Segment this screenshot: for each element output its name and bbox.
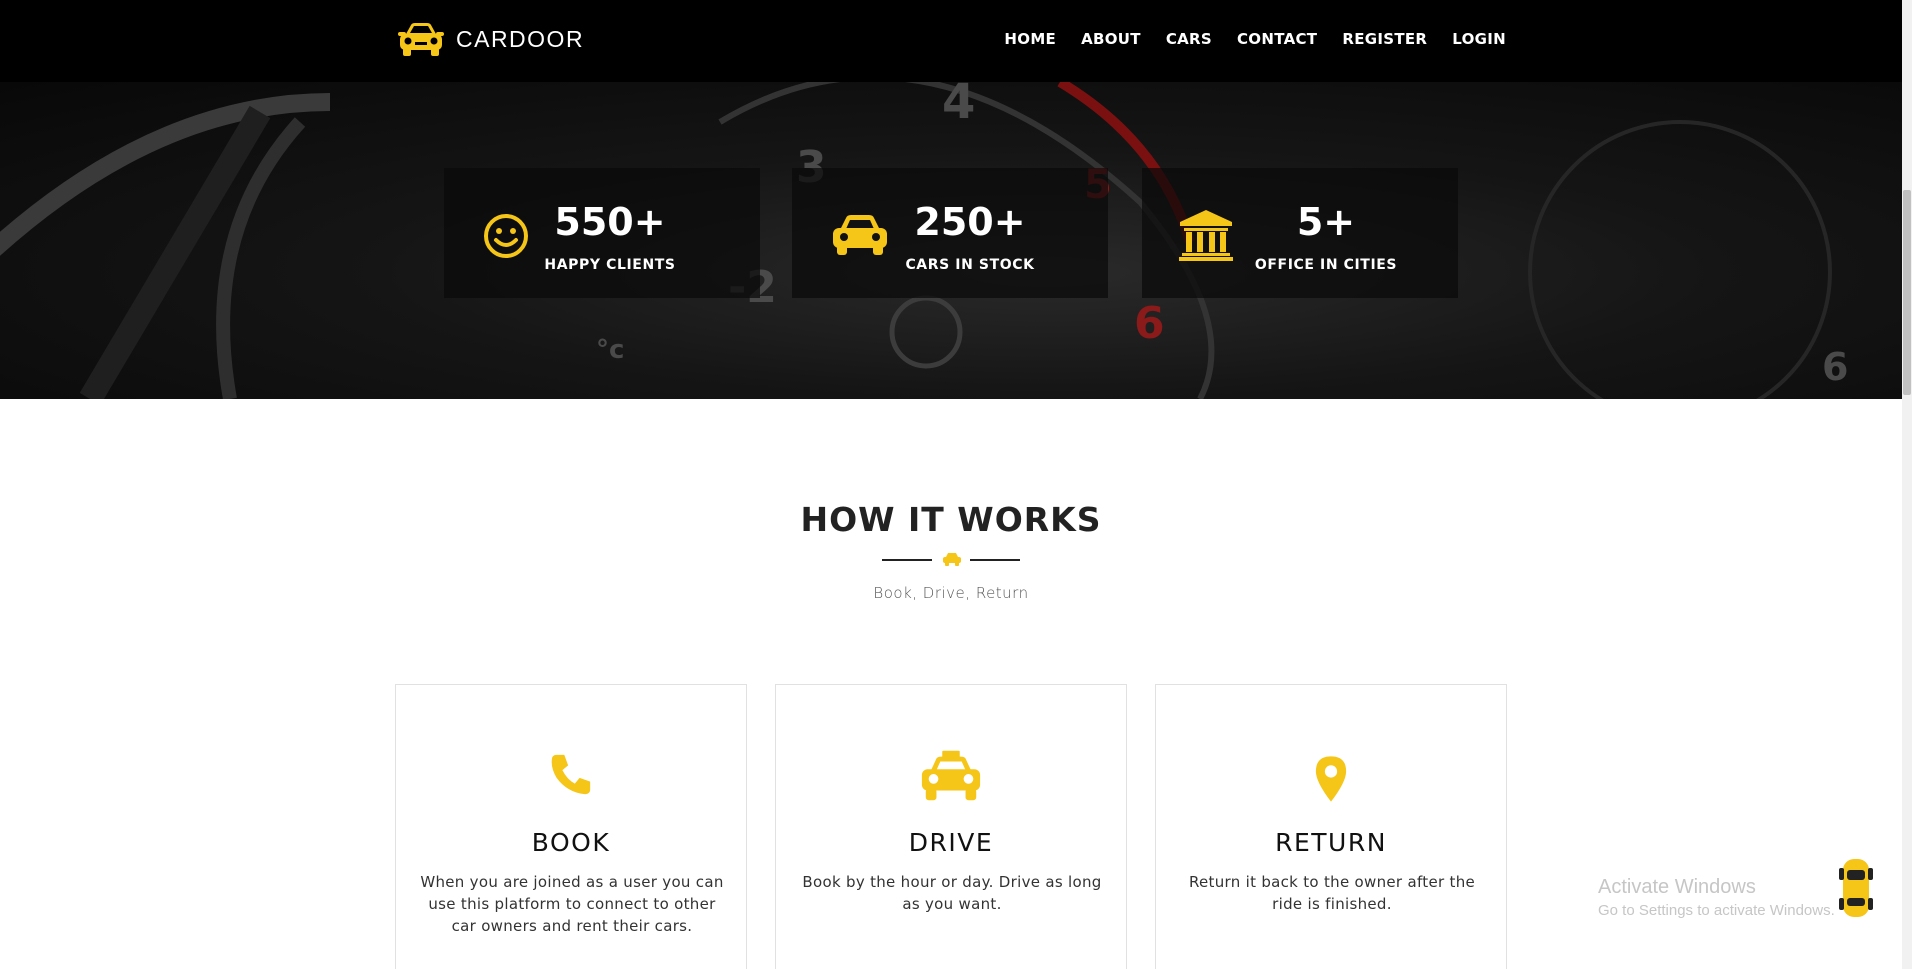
step-title-drive: DRIVE [908, 828, 994, 857]
step-card-return: RETURN Return it back to the owner after… [1155, 684, 1507, 969]
scroll-to-top-car-icon[interactable] [1838, 856, 1874, 920]
building-icon [1179, 210, 1233, 261]
brand-logo-link[interactable]: CARDOOR [396, 20, 584, 58]
main-nav: HOME ABOUT CARS CONTACT REGISTER LOGIN [1004, 30, 1506, 48]
stat-value-offices: 5+ [1296, 200, 1356, 244]
step-text-return: Return it back to the owner after the ri… [1188, 873, 1476, 913]
stat-label-cars: CARS IN STOCK [905, 257, 1035, 273]
nav-login[interactable]: LOGIN [1452, 30, 1506, 48]
map-pin-icon [1315, 756, 1347, 802]
section-title: HOW IT WORKS [800, 500, 1102, 539]
taxi-icon [921, 750, 981, 801]
step-text-book: When you are joined as a user you can us… [420, 873, 724, 935]
step-text-drive: Book by the hour or day. Drive as long a… [802, 873, 1102, 913]
nav-cars[interactable]: CARS [1166, 30, 1212, 48]
scrollbar-thumb[interactable] [1903, 190, 1911, 395]
stat-label-offices: OFFICE IN CITIES [1254, 257, 1398, 273]
stat-label-clients: HAPPY CLIENTS [544, 257, 676, 273]
top-navbar: CARDOOR HOME ABOUT CARS CONTACT REGISTER… [0, 0, 1902, 82]
windows-activation-title: Activate Windows [1598, 876, 1756, 898]
car-front-icon [398, 23, 444, 56]
stat-value-clients: 550+ [554, 200, 666, 244]
stat-value-cars: 250+ [914, 200, 1026, 244]
step-title-return: RETURN [1275, 828, 1387, 857]
smiley-icon [484, 214, 528, 258]
svg-text:4: 4 [942, 82, 975, 130]
svg-text:6: 6 [1134, 298, 1165, 349]
svg-text:°c: °c [596, 335, 624, 365]
phone-icon [551, 754, 591, 795]
nav-about[interactable]: ABOUT [1081, 30, 1141, 48]
page-scrollbar[interactable] [1902, 0, 1912, 969]
stats-hero: 4 3 -2 °c 6 5 6 550+ HAPPY CLIENTS 250+ … [0, 82, 1902, 399]
brand-name: CARDOOR [456, 25, 585, 52]
step-card-book: BOOK When you are joined as a user you c… [395, 684, 747, 969]
svg-text:6: 6 [1822, 345, 1848, 389]
step-title-book: BOOK [531, 828, 611, 857]
nav-register[interactable]: REGISTER [1342, 30, 1427, 48]
section-divider [882, 550, 1020, 570]
divider-line-left [882, 559, 932, 561]
nav-home[interactable]: HOME [1004, 30, 1056, 48]
section-subtitle: Book, Drive, Return [873, 584, 1029, 602]
car-icon [833, 215, 887, 255]
step-card-drive: DRIVE Book by the hour or day. Drive as … [775, 684, 1127, 969]
nav-contact[interactable]: CONTACT [1237, 30, 1317, 48]
windows-activation-subtitle: Go to Settings to activate Windows. [1598, 902, 1835, 919]
divider-car-icon [943, 553, 961, 566]
divider-line-right [970, 559, 1020, 561]
